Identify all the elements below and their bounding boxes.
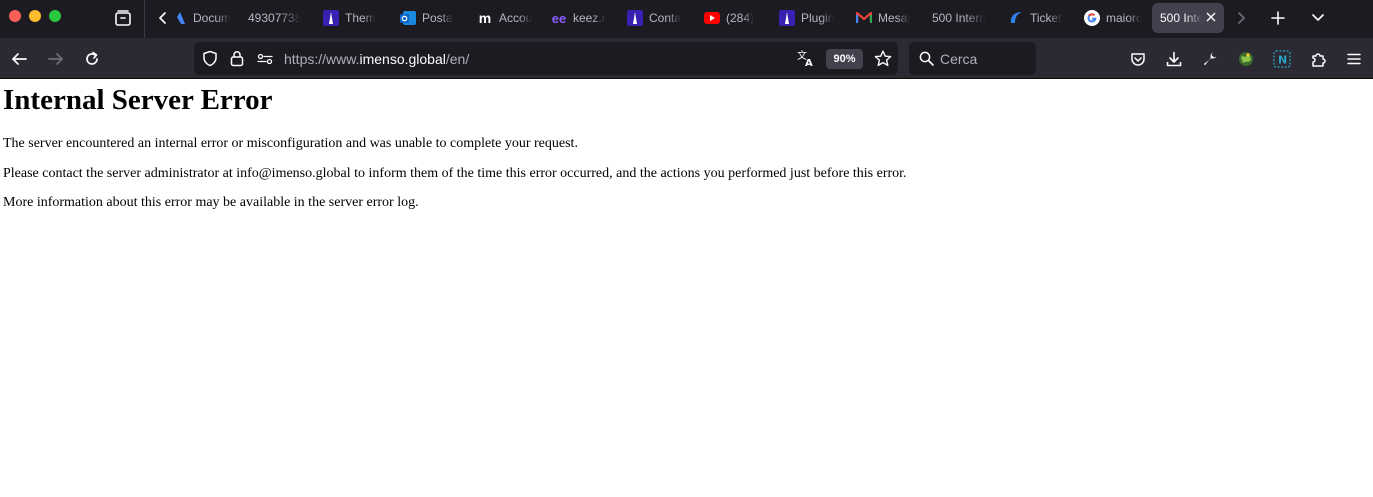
tab-mesaj[interactable]: Mesaj bbox=[856, 3, 914, 33]
chevron-right-icon bbox=[1238, 12, 1245, 24]
tab-label: Ticket bbox=[1030, 11, 1062, 25]
back-button[interactable] bbox=[4, 44, 34, 74]
tab-49307738[interactable]: 49307738 bbox=[248, 3, 310, 33]
puzzle-icon bbox=[1312, 53, 1326, 67]
close-window-button[interactable] bbox=[9, 10, 21, 22]
theme-icon bbox=[323, 10, 339, 26]
theme-icon bbox=[627, 10, 643, 26]
chevron-left-icon bbox=[159, 12, 166, 24]
url-path: /en/ bbox=[445, 51, 470, 67]
app-menu-button[interactable] bbox=[1339, 44, 1369, 74]
navigation-toolbar: https://www.imenso.global/en/ 文 A 90% Ce… bbox=[0, 38, 1373, 79]
minimize-window-button[interactable] bbox=[29, 10, 41, 22]
tab-label: (284) bbox=[726, 11, 755, 25]
globe-extension-icon bbox=[1239, 52, 1253, 66]
tabstrip-divider bbox=[144, 0, 145, 38]
keez-icon: ee bbox=[551, 10, 567, 26]
svg-text:A: A bbox=[805, 58, 813, 67]
search-bar[interactable]: Cerca bbox=[909, 42, 1036, 75]
bookmark-star-icon[interactable] bbox=[874, 50, 892, 72]
tab-them[interactable]: Them bbox=[323, 3, 383, 33]
theme-icon bbox=[779, 10, 795, 26]
extension-n-button[interactable]: N bbox=[1267, 44, 1297, 74]
search-icon bbox=[919, 51, 934, 71]
url-domain: imenso.global bbox=[359, 51, 446, 67]
permissions-icon[interactable] bbox=[257, 52, 273, 70]
tab-posta[interactable]: Posta bbox=[400, 3, 460, 33]
translate-icon[interactable]: 文 A bbox=[797, 49, 815, 72]
tab-youtube[interactable]: (284) bbox=[704, 3, 762, 33]
tab-label: 500 Intern bbox=[932, 11, 987, 25]
reload-icon bbox=[86, 51, 98, 65]
scroll-tabs-right-button[interactable] bbox=[1232, 5, 1250, 31]
google-icon bbox=[1084, 10, 1100, 26]
tab-label: Mesaj bbox=[878, 11, 911, 25]
lock-icon[interactable] bbox=[230, 50, 244, 72]
tab-maiorc[interactable]: maiorc bbox=[1084, 3, 1142, 33]
arrow-left-icon bbox=[12, 53, 27, 65]
error-description: The server encountered an internal error… bbox=[3, 136, 578, 151]
tab-label: Posta bbox=[422, 11, 453, 25]
tab-500-inte-active[interactable]: 500 Inte bbox=[1152, 3, 1224, 33]
tab-label: Docum bbox=[193, 11, 232, 25]
pocket-icon bbox=[1131, 52, 1145, 66]
tab-docum[interactable]: Docum bbox=[176, 3, 240, 33]
reload-button[interactable] bbox=[77, 44, 107, 74]
tab-label: Plugin bbox=[801, 11, 835, 25]
tab-label: Conta bbox=[649, 11, 682, 25]
tab-label: 49307738 bbox=[248, 11, 302, 25]
bird-icon bbox=[1008, 10, 1024, 26]
svg-text:N: N bbox=[1278, 54, 1287, 67]
tab-keez[interactable]: ee keez.r bbox=[551, 3, 609, 33]
new-tab-button[interactable] bbox=[1265, 5, 1291, 31]
youtube-icon bbox=[704, 10, 720, 26]
firefox-view-icon bbox=[115, 10, 131, 26]
pocket-button[interactable] bbox=[1123, 44, 1153, 74]
zoom-level-button[interactable]: 90% bbox=[826, 49, 863, 69]
page-title: Internal Server Error bbox=[3, 84, 273, 116]
tab-500-intern[interactable]: 500 Intern bbox=[932, 3, 994, 33]
wrench-icon bbox=[1203, 52, 1217, 66]
tab-strip: Docum 49307738 Them Posta m Accou ee kee… bbox=[0, 0, 1373, 38]
developer-tools-button[interactable] bbox=[1195, 44, 1225, 74]
close-tab-icon[interactable] bbox=[1206, 10, 1216, 25]
tab-label: maiorc bbox=[1106, 11, 1142, 25]
m-logo-icon: m bbox=[478, 10, 492, 26]
extension-globe-button[interactable] bbox=[1231, 44, 1261, 74]
tab-label: Accou bbox=[499, 11, 533, 25]
tab-label: Them bbox=[345, 11, 376, 25]
n-extension-icon: N bbox=[1273, 50, 1291, 68]
extensions-button[interactable] bbox=[1303, 44, 1333, 74]
url-text[interactable]: https://www.imenso.global/en/ bbox=[284, 51, 469, 67]
firefox-view-button[interactable] bbox=[110, 5, 136, 31]
tab-plugin[interactable]: Plugin bbox=[779, 3, 837, 33]
tab-label: 500 Inte bbox=[1160, 11, 1202, 25]
gmail-icon bbox=[856, 10, 872, 26]
error-log-text: More information about this error may be… bbox=[3, 195, 419, 210]
zoom-window-button[interactable] bbox=[49, 10, 61, 22]
chevron-down-icon bbox=[1312, 14, 1324, 21]
tab-conta[interactable]: Conta bbox=[627, 3, 685, 33]
search-input[interactable]: Cerca bbox=[940, 51, 977, 67]
hamburger-menu-icon bbox=[1347, 53, 1361, 65]
outlook-icon bbox=[400, 10, 416, 26]
tracking-protection-icon[interactable] bbox=[202, 50, 218, 72]
plus-icon bbox=[1271, 11, 1285, 25]
tab-accou[interactable]: m Accou bbox=[477, 3, 537, 33]
downloads-button[interactable] bbox=[1159, 44, 1189, 74]
list-all-tabs-button[interactable] bbox=[1305, 5, 1331, 31]
arrow-right-icon bbox=[48, 53, 63, 65]
url-bar[interactable]: https://www.imenso.global/en/ 文 A 90% bbox=[194, 42, 898, 75]
contact-admin-text: Please contact the server administrator … bbox=[3, 166, 907, 181]
page-content: Internal Server Error The server encount… bbox=[3, 79, 1363, 211]
tab-ticket[interactable]: Ticket bbox=[1008, 3, 1066, 33]
scroll-tabs-left-button[interactable] bbox=[154, 5, 172, 31]
google-docs-icon bbox=[176, 10, 186, 26]
tab-label: keez.r bbox=[573, 11, 606, 25]
url-prefix: https://www. bbox=[284, 51, 360, 67]
download-icon bbox=[1166, 51, 1182, 67]
forward-button[interactable] bbox=[41, 44, 71, 74]
